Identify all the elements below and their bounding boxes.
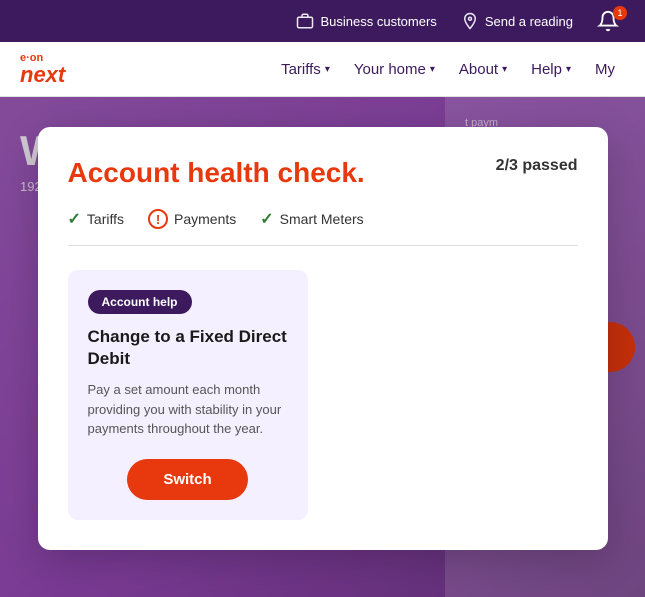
modal-header: Account health check. 2/3 passed (68, 157, 578, 189)
notification-bell[interactable]: 1 (597, 10, 625, 32)
notification-badge: 1 (613, 6, 627, 20)
modal-title: Account health check. (68, 157, 365, 189)
check-tariffs: ✓ Tariffs (68, 209, 125, 229)
send-reading-label: Send a reading (485, 14, 573, 29)
check-smart-meters-pass-icon: ✓ (260, 209, 273, 229)
nav-about[interactable]: About ▾ (449, 53, 517, 86)
recommendation-card: Account help Change to a Fixed Direct De… (68, 270, 308, 520)
business-customers-label: Business customers (320, 14, 436, 29)
modal-overlay: Account health check. 2/3 passed ✓ Tarif… (0, 97, 645, 597)
top-bar: Business customers Send a reading 1 (0, 0, 645, 42)
checks-row: ✓ Tariffs ! Payments ✓ Smart Meters (68, 209, 578, 246)
about-chevron-icon: ▾ (502, 64, 507, 75)
check-tariffs-pass-icon: ✓ (68, 209, 81, 229)
logo-next: next (20, 64, 65, 86)
help-label: Help (531, 61, 562, 78)
my-label: My (595, 61, 615, 78)
tariffs-label: Tariffs (281, 61, 321, 78)
business-customers-link[interactable]: Business customers (296, 12, 436, 30)
check-smart-meters: ✓ Smart Meters (260, 209, 363, 229)
nav-tariffs[interactable]: Tariffs ▾ (271, 53, 340, 86)
check-payments: ! Payments (148, 209, 236, 229)
nav-your-home[interactable]: Your home ▾ (344, 53, 445, 86)
switch-button[interactable]: Switch (127, 459, 247, 500)
card-description: Pay a set amount each month providing yo… (88, 380, 288, 439)
check-tariffs-label: Tariffs (87, 211, 124, 227)
about-label: About (459, 61, 498, 78)
nav-my[interactable]: My (585, 53, 625, 86)
check-smart-meters-label: Smart Meters (280, 211, 364, 227)
help-chevron-icon: ▾ (566, 64, 571, 75)
main-nav: e·on next Tariffs ▾ Your home ▾ About ▾ … (0, 42, 645, 97)
nav-items: Tariffs ▾ Your home ▾ About ▾ Help ▾ My (271, 53, 625, 86)
nav-help[interactable]: Help ▾ (521, 53, 581, 86)
modal-score: 2/3 passed (496, 157, 578, 175)
send-reading-link[interactable]: Send a reading (461, 12, 573, 30)
health-check-modal: Account health check. 2/3 passed ✓ Tarif… (38, 127, 608, 550)
check-payments-label: Payments (174, 211, 236, 227)
card-title: Change to a Fixed Direct Debit (88, 326, 288, 370)
check-payments-warn-icon: ! (148, 209, 168, 229)
your-home-chevron-icon: ▾ (430, 64, 435, 75)
logo[interactable]: e·on next (20, 53, 65, 86)
card-tag: Account help (88, 290, 192, 314)
tariffs-chevron-icon: ▾ (325, 64, 330, 75)
your-home-label: Your home (354, 61, 426, 78)
